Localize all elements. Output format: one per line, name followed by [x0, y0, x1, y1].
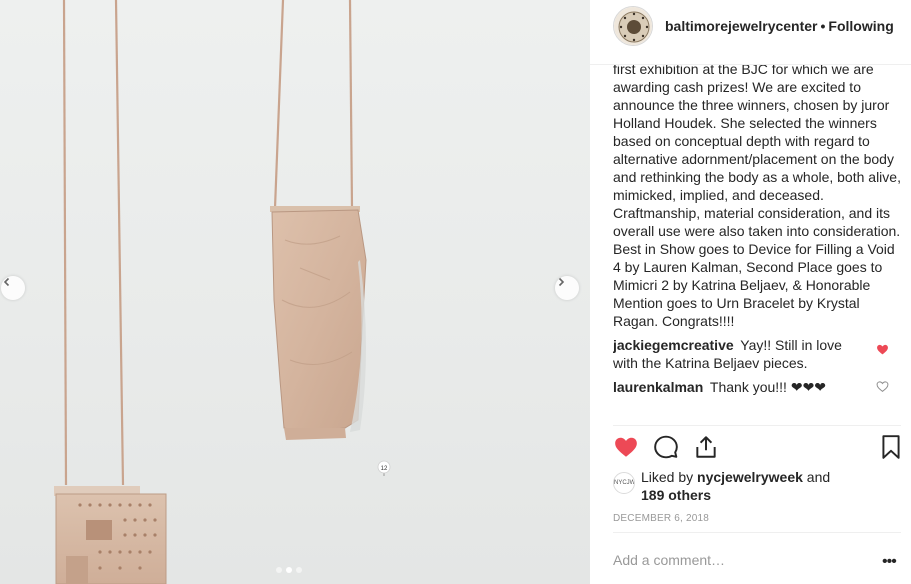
chevron-left-icon: [3, 277, 10, 287]
header-separator: •: [820, 18, 826, 34]
carousel-dot: [296, 567, 302, 573]
comment-heart-filled-icon[interactable]: [876, 343, 889, 356]
post-header: baltimorejewelrycenter • Following: [590, 0, 911, 65]
following-button[interactable]: Following: [828, 18, 893, 34]
liked-by-prefix: Liked by: [641, 469, 694, 485]
account-avatar[interactable]: [613, 6, 653, 46]
action-bar: [613, 434, 903, 462]
add-comment-input[interactable]: Add a comment…: [613, 552, 903, 568]
comment-text: Thank you!!! ❤❤❤: [709, 379, 827, 395]
next-photo-button[interactable]: [555, 276, 579, 300]
liked-by-joiner: and: [806, 469, 831, 485]
previous-photo-button[interactable]: [1, 276, 25, 300]
pin-number-label: 12: [381, 466, 388, 472]
chevron-right-icon: [558, 277, 565, 287]
bookmark-icon[interactable]: [878, 434, 904, 460]
liker-username[interactable]: nycjewelryweek: [697, 469, 803, 485]
post-caption: first exhibition at the BJC for which we…: [613, 61, 901, 329]
comment-username[interactable]: jackiegemcreative: [613, 337, 734, 353]
comments-list[interactable]: first exhibition at the BJC for which we…: [613, 50, 903, 422]
comment-bubble-icon[interactable]: [653, 434, 679, 460]
divider: [613, 425, 901, 426]
comment-item: jackiegemcreative Yay!! Still in love wi…: [613, 336, 903, 372]
carousel-dot-active: [286, 567, 292, 573]
header-text: baltimorejewelrycenter • Following: [665, 18, 894, 34]
post-photo[interactable]: 12: [0, 0, 590, 584]
likes-text: Liked by nycjewelryweek and 189 others: [641, 468, 881, 504]
comment-item: laurenkalman Thank you!!! ❤❤❤: [613, 378, 903, 396]
post-details-panel: first exhibition at the BJC for which we…: [590, 0, 911, 584]
instagram-post-view: 12 first exhibition at the BJC for which…: [0, 0, 911, 584]
post-date[interactable]: DECEMBER 6, 2018: [613, 513, 709, 524]
more-options-icon[interactable]: •••: [882, 553, 897, 571]
jewelry-photo-illustration: 12: [54, 0, 391, 584]
comment-heart-outline-icon[interactable]: [876, 380, 889, 393]
carousel-dot: [276, 567, 282, 573]
likes-others-count[interactable]: 189 others: [641, 487, 711, 503]
share-icon[interactable]: [693, 434, 719, 460]
like-heart-filled-icon[interactable]: [613, 434, 639, 460]
carousel-indicator: [276, 567, 302, 573]
avatar-image: [614, 7, 652, 45]
comment-username[interactable]: laurenkalman: [613, 379, 703, 395]
account-username[interactable]: baltimorejewelrycenter: [665, 18, 818, 34]
divider: [613, 532, 901, 533]
liker-avatar[interactable]: NYCJW: [613, 472, 635, 494]
